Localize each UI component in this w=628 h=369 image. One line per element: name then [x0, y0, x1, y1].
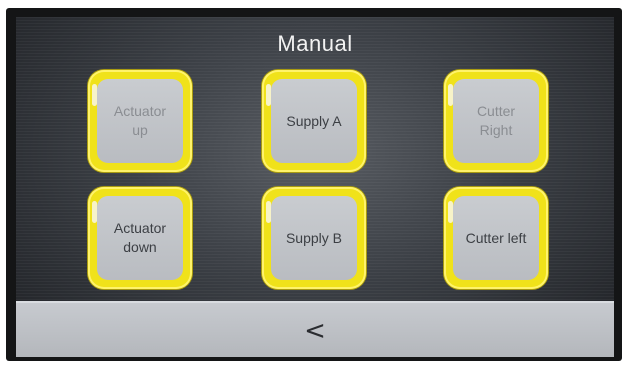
hmi-screen: Manual Actuator up Supply A Cutter Right…: [16, 17, 614, 357]
button-label: Supply A: [271, 79, 357, 163]
actuator-up-button[interactable]: Actuator up: [88, 70, 192, 172]
cutter-left-button[interactable]: Cutter left: [444, 187, 548, 289]
supply-b-button[interactable]: Supply B: [262, 187, 366, 289]
button-label: Actuator down: [97, 196, 183, 280]
page-title: Manual: [277, 31, 353, 56]
back-arrow-icon: <: [304, 316, 326, 346]
supply-a-button[interactable]: Supply A: [262, 70, 366, 172]
back-button[interactable]: <: [16, 301, 614, 357]
cutter-right-button[interactable]: Cutter Right: [444, 70, 548, 172]
button-label: Cutter Right: [453, 79, 539, 163]
device-bezel: Manual Actuator up Supply A Cutter Right…: [6, 8, 622, 361]
button-label: Cutter left: [453, 196, 539, 280]
actuator-down-button[interactable]: Actuator down: [88, 187, 192, 289]
button-label: Actuator up: [97, 79, 183, 163]
button-label: Supply B: [271, 196, 357, 280]
